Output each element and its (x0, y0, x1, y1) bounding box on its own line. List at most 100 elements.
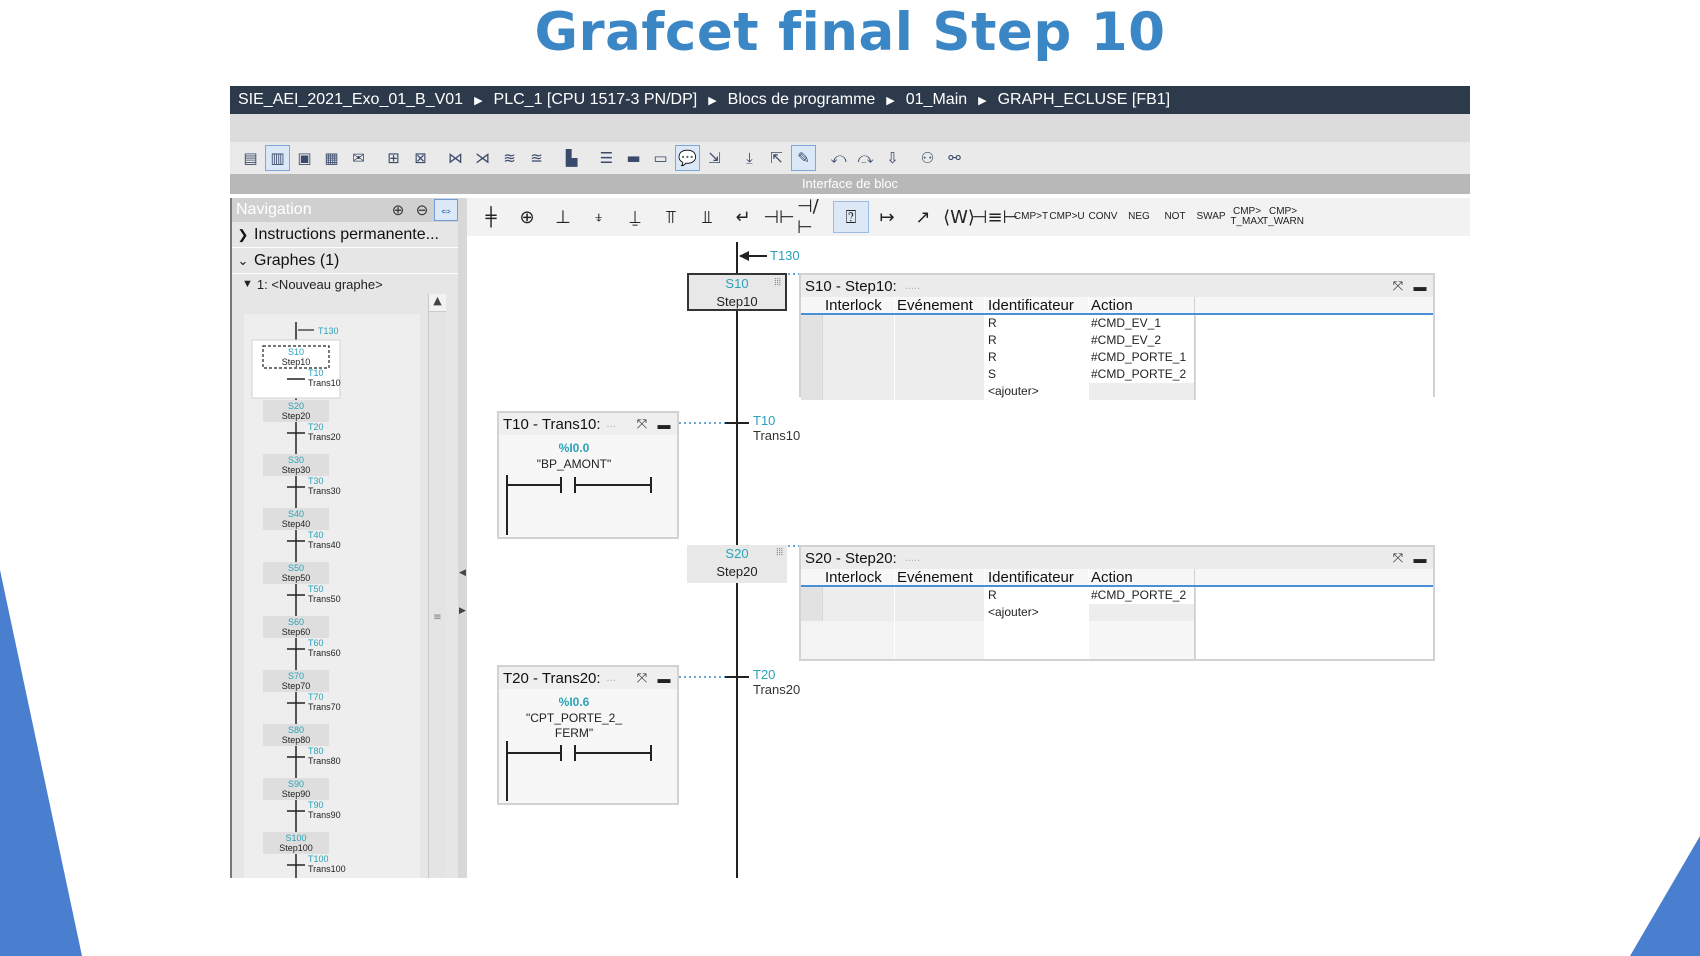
action-add-row[interactable]: <ajouter> (801, 383, 1433, 400)
col-identifier: Identificateur (985, 569, 1089, 586)
action-add-row[interactable]: <ajouter> (801, 604, 1433, 621)
breadcrumb-item-block[interactable]: GRAPH_ECLUSE [FB1] (998, 91, 1171, 109)
splitter[interactable]: ◀ ▶ (458, 198, 467, 878)
alarms-view-icon[interactable]: ✉ (346, 145, 371, 171)
add-action-placeholder[interactable]: <ajouter> (985, 383, 1089, 400)
top-transition-label[interactable]: T130 (770, 248, 800, 263)
action-operand[interactable]: #CMD_EV_1 (1089, 315, 1195, 332)
minimize-icon[interactable]: ▬ (655, 415, 673, 433)
action-qualifier[interactable]: R (985, 349, 1089, 366)
table-view-icon[interactable]: ▭ (648, 145, 673, 171)
monitoring-glasses-icon[interactable]: ⚯ (942, 145, 967, 171)
highlight-icon[interactable]: ✎ (791, 145, 816, 171)
delete-step-icon[interactable]: ⊠ (408, 145, 433, 171)
scroll-grip-icon[interactable]: ≡ (429, 612, 446, 623)
insert-network-icon[interactable]: ⋈ (443, 145, 468, 171)
action-empty-area[interactable] (801, 621, 1433, 659)
open-all-icon[interactable]: ≋ (497, 145, 522, 171)
comment-placeholder[interactable]: ... (607, 418, 616, 430)
graph-overview-canvas[interactable]: T130S10Step10T10Trans10S20Step20T20Trans… (244, 314, 420, 878)
action-panel-s10: S10 - Step10: ..... ⤧ ▬ Interlock Evénem… (799, 273, 1435, 400)
comment-placeholder[interactable]: ..... (905, 280, 920, 292)
action-table-header: Interlock Evénement Identificateur Actio… (801, 297, 1433, 315)
breadcrumb-item-folder[interactable]: 01_Main (906, 91, 967, 109)
block-interface-bar[interactable]: Interface de bloc (230, 174, 1470, 194)
action-operand[interactable]: #CMD_PORTE_1 (1089, 349, 1195, 366)
sequence-view-icon[interactable]: ▥ (265, 145, 290, 171)
insert-step-icon[interactable]: ⊞ (381, 145, 406, 171)
breadcrumb-item-plc[interactable]: PLC_1 [CPU 1517-3 PN/DP] (494, 91, 698, 109)
breakpoint-icon[interactable]: ⚇ (915, 145, 940, 171)
remove-network-icon[interactable]: ⋊ (470, 145, 495, 171)
mini-transition-number: T30 (308, 476, 324, 486)
step-s10[interactable]: S10 Step10 ⦙⦙⦙ (687, 273, 787, 311)
step-grip-icon[interactable]: ⦙⦙⦙ (774, 277, 781, 288)
zoom-in-icon[interactable]: ⊕ (386, 199, 410, 221)
comment-placeholder[interactable]: ... (607, 672, 616, 684)
nav-scrollbar[interactable]: ▲ ≡ (428, 294, 446, 878)
breadcrumb-item-project[interactable]: SIE_AEI_2021_Exo_01_B_V01 (238, 91, 463, 109)
chevron-right-icon: ❯ (237, 226, 249, 242)
single-step-view-icon[interactable]: ▣ (292, 145, 317, 171)
splitter-left-arrow-icon[interactable]: ◀ (458, 568, 467, 578)
title-band (230, 114, 1470, 142)
action-qualifier[interactable]: R (985, 332, 1089, 349)
expand-icon[interactable]: ⤧ (1389, 277, 1407, 295)
minimize-icon[interactable]: ▬ (655, 669, 673, 687)
expand-icon[interactable]: ⤧ (633, 415, 651, 433)
step-s20[interactable]: S20 Step20 ⦙⦙⦙ (687, 545, 787, 583)
transition-t20-label[interactable]: T20 Trans20 (753, 667, 800, 697)
transition-number: T20 (753, 667, 776, 682)
breadcrumb-item-program-blocks[interactable]: Blocs de programme (728, 91, 876, 109)
block-properties-icon[interactable]: ▤ (238, 145, 263, 171)
transition-network[interactable]: %I0.6 "CPT_PORTE_2_ FERM" (499, 689, 677, 803)
splitter-right-arrow-icon[interactable]: ▶ (458, 606, 467, 616)
breadcrumb-arrow-icon: ▶ (886, 94, 895, 107)
step-grip-icon[interactable]: ⦙⦙⦙ (776, 547, 783, 558)
expand-icon[interactable]: ⤧ (1389, 549, 1407, 567)
favorites-icon[interactable]: ▙ (559, 145, 584, 171)
mini-step-name: Step10 (282, 357, 311, 367)
action-qualifier[interactable]: R (985, 315, 1089, 332)
add-action-placeholder[interactable]: <ajouter> (985, 604, 1089, 621)
monitor-reset-icon[interactable]: ⤼ (853, 145, 878, 171)
comment-icon[interactable]: 💬 (675, 145, 700, 171)
action-operand[interactable]: #CMD_EV_2 (1089, 332, 1195, 349)
nav-graph-item[interactable]: ▼ 1: <Nouveau graphe> (232, 274, 458, 294)
comment-placeholder[interactable]: ..... (905, 552, 920, 564)
graph-overview[interactable]: T130 S10 Step10 T10 Trans10 S20 Step20 T20 Trans… (244, 314, 420, 878)
supervision-icon[interactable]: ▬ (621, 145, 646, 171)
zoom-out-icon[interactable]: ⊖ (410, 199, 434, 221)
close-all-icon[interactable]: ≊ (524, 145, 549, 171)
col-action: Action (1089, 569, 1195, 586)
action-row[interactable]: R #CMD_PORTE_1 (801, 349, 1433, 366)
mini-step-name: Step80 (282, 735, 311, 745)
zoom-fit-icon[interactable]: ⤓ (737, 145, 762, 171)
minimize-icon[interactable]: ▬ (1411, 549, 1429, 567)
action-qualifier[interactable]: S (985, 366, 1089, 383)
download-icon[interactable]: ⇩ (880, 145, 905, 171)
scroll-up-icon[interactable]: ▲ (429, 294, 446, 312)
fit-width-icon[interactable]: ⇔ (434, 199, 458, 221)
action-row[interactable]: R #CMD_EV_2 (801, 332, 1433, 349)
expand-icon[interactable]: ⤧ (633, 669, 651, 687)
action-row[interactable]: R #CMD_EV_1 (801, 315, 1433, 332)
mini-transition-name: Trans100 (308, 864, 346, 874)
action-row[interactable]: R #CMD_PORTE_2 (801, 587, 1433, 604)
action-operand[interactable]: #CMD_PORTE_2 (1089, 366, 1195, 383)
minimize-icon[interactable]: ▬ (1411, 277, 1429, 295)
action-operand[interactable]: #CMD_PORTE_2 (1089, 587, 1195, 604)
goto-icon[interactable]: ⇲ (702, 145, 727, 171)
zoom-step-icon[interactable]: ⇱ (764, 145, 789, 171)
nav-section-graphs[interactable]: ⌄ Graphes (1) (232, 248, 458, 274)
action-panel-s20: S20 - Step20: ..... ⤧ ▬ Interlock Evénem… (799, 545, 1435, 661)
transition-network[interactable]: %I0.0 "BP_AMONT" (499, 435, 677, 537)
action-qualifier[interactable]: R (985, 587, 1089, 604)
mini-transition-number: T100 (308, 854, 329, 864)
nav-section-permanent-instructions[interactable]: ❯ Instructions permanente... (232, 222, 458, 248)
transition-t10-label[interactable]: T10 Trans10 (753, 413, 800, 443)
action-row[interactable]: S #CMD_PORTE_2 (801, 366, 1433, 383)
permanent-instructions-icon[interactable]: ▦ (319, 145, 344, 171)
interlock-list-icon[interactable]: ☰ (594, 145, 619, 171)
monitor-off-icon[interactable]: ⤺ (826, 145, 851, 171)
